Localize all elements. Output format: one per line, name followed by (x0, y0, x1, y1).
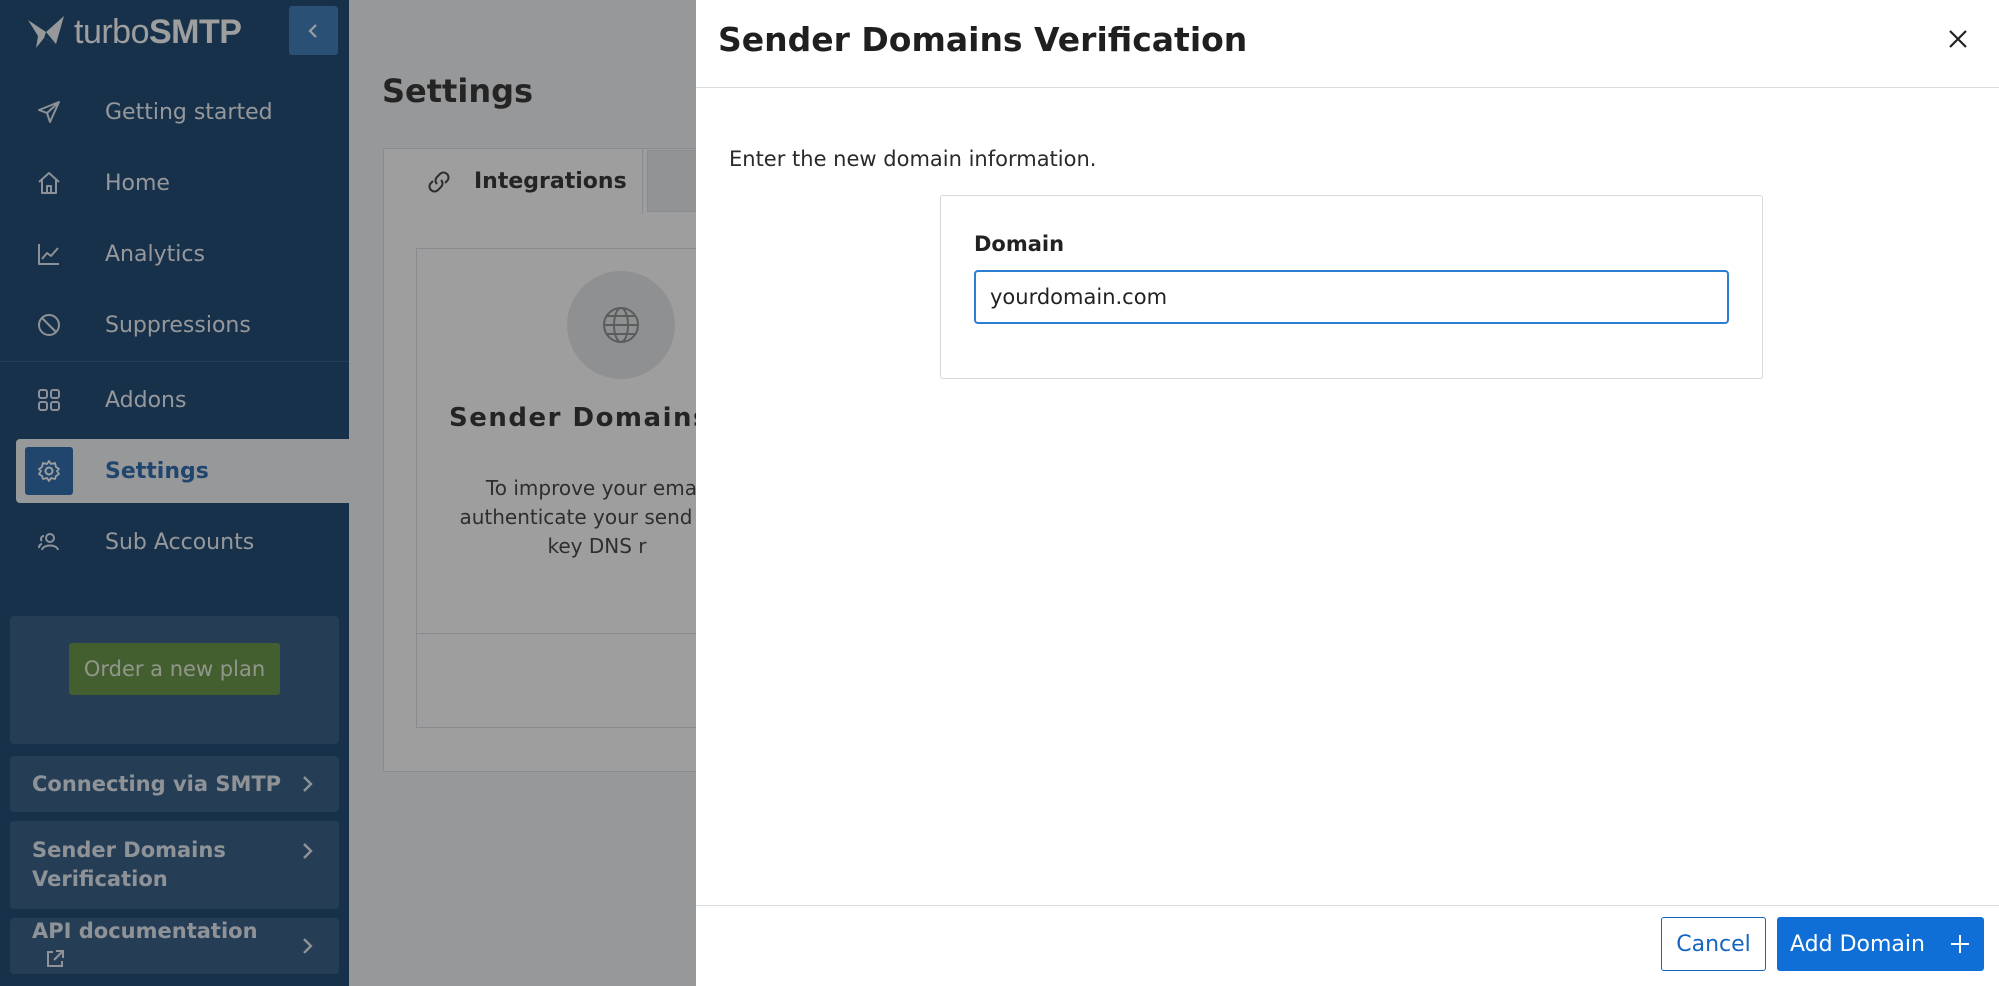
close-icon (1949, 30, 1967, 48)
domain-input[interactable] (974, 270, 1729, 324)
domain-label: Domain (974, 232, 1065, 256)
domain-form-box: Domain (940, 195, 1763, 379)
drawer-header: Sender Domains Verification (696, 0, 1999, 88)
drawer-title: Sender Domains Verification (718, 20, 1248, 59)
cancel-button[interactable]: Cancel (1661, 917, 1766, 971)
drawer-footer: Cancel Add Domain (696, 905, 1999, 986)
drawer-intro-text: Enter the new domain information. (729, 147, 1097, 171)
sender-domains-drawer: Sender Domains Verification Enter the ne… (696, 0, 1999, 986)
plus-icon (1950, 935, 1969, 953)
close-button[interactable] (1943, 24, 1973, 54)
add-domain-button[interactable]: Add Domain (1777, 917, 1984, 971)
